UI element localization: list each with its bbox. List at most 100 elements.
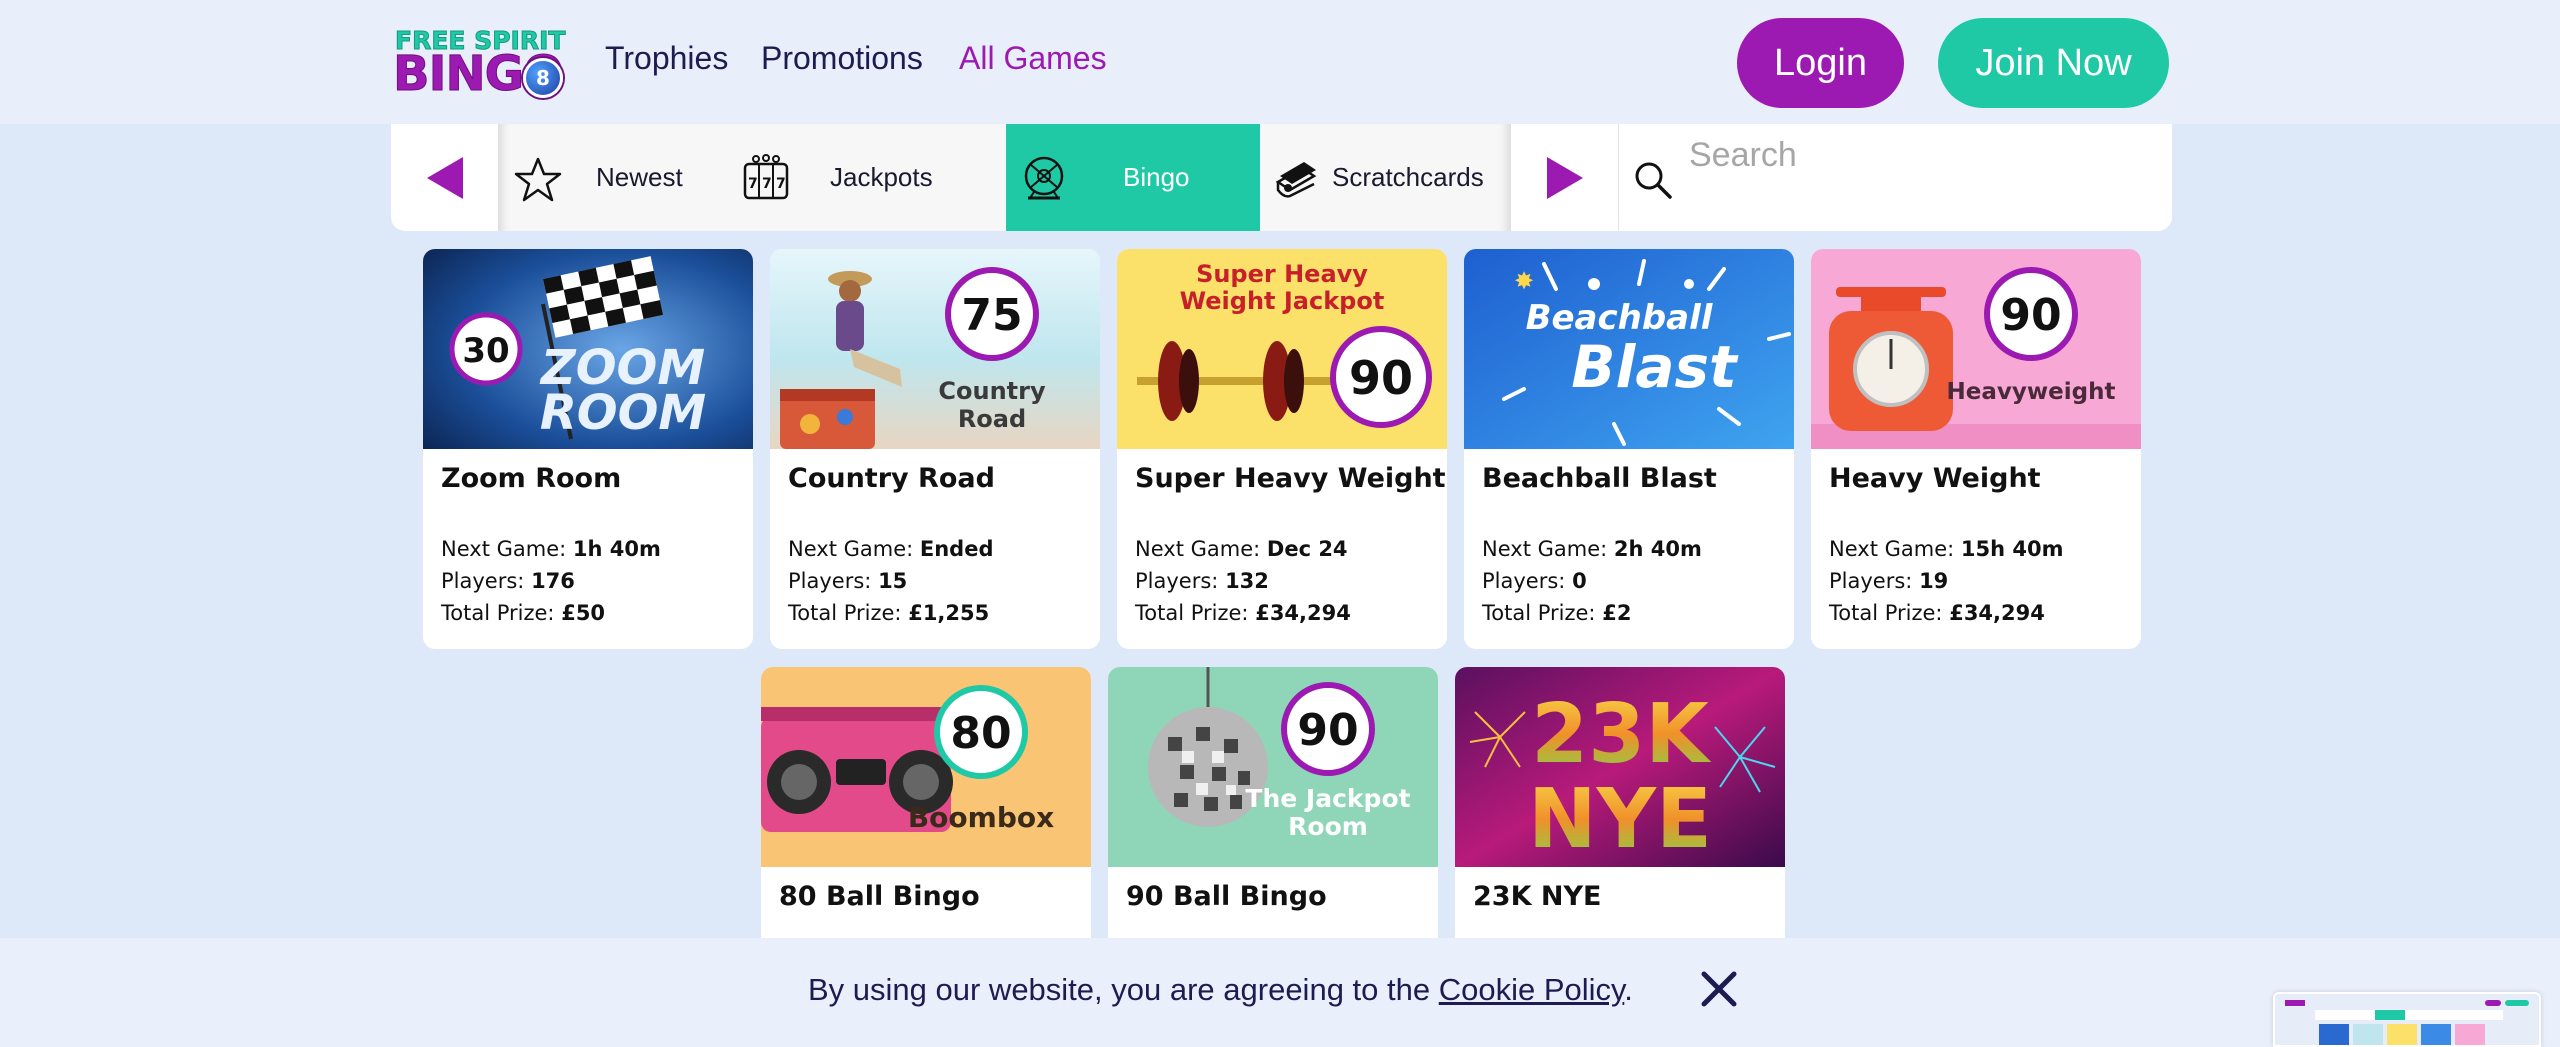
- players: Players: 0: [1482, 569, 1587, 593]
- triangle-left-icon: [426, 156, 463, 199]
- next-game: Next Game: Ended: [788, 537, 994, 561]
- ball-number: 80: [950, 708, 1011, 759]
- site-header: FREE SPIRIT BINGO 8 Trophies Promotions …: [0, 0, 2560, 124]
- prize-label: Total Prize:: [1135, 601, 1249, 625]
- ball-number: 30: [462, 331, 509, 371]
- game-title: Beachball Blast: [1482, 463, 1717, 494]
- prize-value: £34,294: [1255, 601, 1351, 625]
- jackpot-room-artwork: 90 The Jackpot Room: [1108, 667, 1438, 867]
- art-text: Heavyweight: [1947, 379, 2116, 405]
- preview-image: [2275, 994, 2539, 1045]
- search-icon[interactable]: [1633, 160, 1673, 200]
- next-game-value: Dec 24: [1266, 537, 1348, 561]
- heavy-weight-artwork: 90 Heavyweight: [1811, 249, 2141, 449]
- super-heavy-weight-artwork: Super Heavy Weight Jackpot 90: [1117, 249, 1447, 449]
- players: Players: 132: [1135, 569, 1269, 593]
- art-text: The Jackpot: [1245, 784, 1410, 813]
- next-game-label: Next Game:: [441, 537, 567, 561]
- game-card-super-heavy-weight[interactable]: Super Heavy Weight Jackpot 90 Super Heav…: [1117, 249, 1447, 649]
- players-label: Players:: [788, 569, 872, 593]
- next-game-value: Ended: [919, 537, 994, 561]
- art-text: Country: [938, 377, 1046, 405]
- next-game-value: 2h 40m: [1613, 537, 1702, 561]
- svg-text:7: 7: [748, 176, 758, 192]
- category-bar: Newest 7 7 7 Jackpots Bingo Scratchcards…: [391, 124, 2172, 231]
- nav-all-games[interactable]: All Games: [959, 40, 1107, 77]
- next-game-label: Next Game:: [1829, 537, 1955, 561]
- ball-number: 75: [961, 290, 1022, 341]
- search-divider: [1618, 124, 1619, 231]
- game-title: Zoom Room: [441, 463, 622, 494]
- cookie-banner: By using our website, you are agreeing t…: [0, 938, 2560, 1047]
- next-game: Next Game: 1h 40m: [441, 537, 661, 561]
- players-label: Players:: [1482, 569, 1566, 593]
- next-game: Next Game: 15h 40m: [1829, 537, 2063, 561]
- ball-number: 90: [2000, 290, 2061, 341]
- nav-promotions[interactable]: Promotions: [761, 40, 923, 77]
- page-preview-thumbnail[interactable]: [2273, 992, 2541, 1047]
- category-label: Jackpots: [830, 162, 933, 192]
- game-title: Super Heavy Weight: [1135, 463, 1446, 494]
- game-title: Country Road: [788, 463, 995, 494]
- boombox-artwork: 80 Boombox: [761, 667, 1091, 867]
- slot-machine-icon: 7 7 7: [743, 154, 789, 200]
- next-game: Next Game: Dec 24: [1135, 537, 1348, 561]
- category-label: Bingo: [1123, 162, 1190, 192]
- game-title: Heavy Weight: [1829, 463, 2041, 494]
- total-prize: Total Prize: £1,255: [788, 601, 989, 625]
- total-prize: Total Prize: £50: [441, 601, 605, 625]
- game-card-country-road[interactable]: 75 Country Road Country Road Next Game: …: [770, 249, 1100, 649]
- players: Players: 19: [1829, 569, 1948, 593]
- art-text: Blast: [1571, 333, 1739, 401]
- game-title: 80 Ball Bingo: [779, 881, 980, 912]
- art-text: Weight Jackpot: [1180, 287, 1385, 315]
- category-newest[interactable]: Newest: [498, 124, 738, 231]
- triangle-right-icon: [1546, 156, 1583, 199]
- total-prize: Total Prize: £34,294: [1829, 601, 2045, 625]
- search-input[interactable]: [1689, 130, 2149, 180]
- country-road-artwork: 75 Country Road: [770, 249, 1100, 449]
- close-icon[interactable]: [1698, 968, 1740, 1010]
- players-value: 19: [1919, 569, 1949, 593]
- prize-label: Total Prize:: [1829, 601, 1943, 625]
- art-text: Room: [1288, 812, 1368, 841]
- players-value: 15: [878, 569, 908, 593]
- next-game-label: Next Game:: [788, 537, 914, 561]
- game-card-beachball-blast[interactable]: ✸ Beachball Blast Beachball Blast Next G…: [1464, 249, 1794, 649]
- scroll-left-button[interactable]: [391, 124, 498, 231]
- scroll-right-button[interactable]: [1511, 124, 1618, 231]
- category-bingo[interactable]: Bingo: [1006, 124, 1260, 231]
- join-now-button[interactable]: Join Now: [1938, 18, 2169, 108]
- next-game-value: 1h 40m: [572, 537, 661, 561]
- ball-number: 90: [1349, 351, 1413, 405]
- login-button[interactable]: Login: [1737, 18, 1904, 108]
- category-scratchcards[interactable]: Scratchcards: [1260, 124, 1511, 231]
- total-prize: Total Prize: £2: [1482, 601, 1631, 625]
- scratchcard-icon: [1275, 162, 1317, 198]
- game-card-zoom-room[interactable]: 30 ZOOM ROOM Zoom Room Next Game: 1h 40m…: [423, 249, 753, 649]
- players: Players: 176: [441, 569, 575, 593]
- category-jackpots[interactable]: 7 7 7 Jackpots: [738, 124, 997, 231]
- players: Players: 15: [788, 569, 907, 593]
- prize-value: £50: [561, 601, 606, 625]
- art-text: NYE: [1528, 772, 1712, 867]
- star-icon: [514, 157, 562, 202]
- game-card-heavy-weight[interactable]: 90 Heavyweight Heavy Weight Next Game: 1…: [1811, 249, 2141, 649]
- category-strip: Newest 7 7 7 Jackpots Bingo Scratchcards: [498, 124, 1511, 231]
- nav-trophies[interactable]: Trophies: [605, 40, 728, 77]
- next-game-label: Next Game:: [1482, 537, 1608, 561]
- next-game-value: 15h 40m: [1960, 537, 2064, 561]
- free-spirit-bingo-logo[interactable]: FREE SPIRIT BINGO 8: [393, 26, 568, 103]
- prize-label: Total Prize:: [788, 601, 902, 625]
- art-text: ROOM: [540, 385, 706, 441]
- prize-value: £1,255: [908, 601, 990, 625]
- logo-bingo-ball: 8: [523, 58, 563, 98]
- art-text: 23K: [1531, 687, 1712, 782]
- players-label: Players:: [1135, 569, 1219, 593]
- ball-number: 90: [1297, 705, 1358, 756]
- svg-text:7: 7: [762, 176, 772, 192]
- cookie-policy-link[interactable]: Cookie Policy: [1439, 972, 1625, 1007]
- beachball-blast-artwork: ✸ Beachball Blast: [1464, 249, 1794, 449]
- 23k-nye-artwork: 23K NYE: [1455, 667, 1785, 867]
- cookie-period: .: [1624, 972, 1633, 1007]
